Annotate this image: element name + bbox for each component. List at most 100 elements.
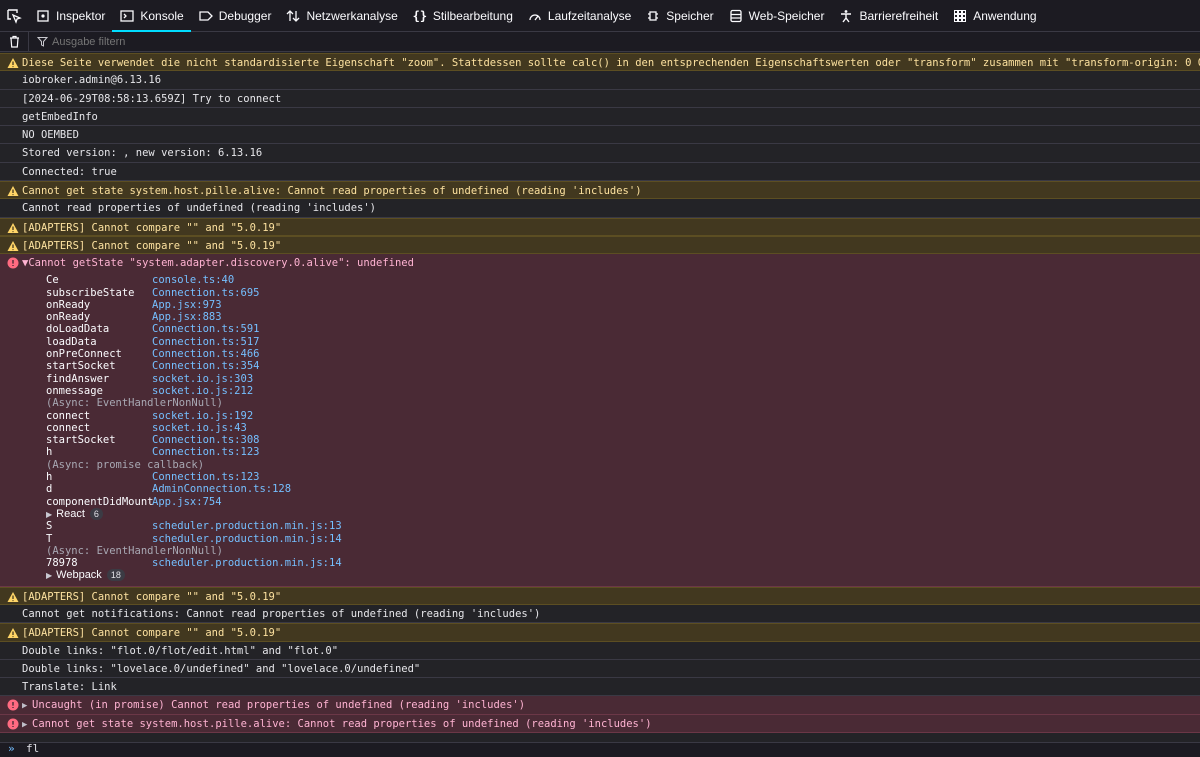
error-icon [7, 699, 19, 711]
console-output: Diese Seite verwendet die nicht standard… [0, 53, 1200, 734]
stack-frame: onPreConnect Connection.ts:466 [46, 348, 1200, 360]
console-message-log: NO OEMBED [0, 126, 1200, 145]
clear-console-button[interactable] [0, 35, 28, 48]
tab-label: Stilbearbeitung [432, 8, 513, 23]
frame-location-link[interactable]: App.jsx:754 [152, 496, 222, 508]
console-message-log: Double links: "flot.0/flot/edit.html" an… [0, 642, 1200, 660]
error-icon [7, 718, 19, 730]
frame-location-link[interactable]: socket.io.js:192 [152, 410, 253, 422]
expand-arrow-icon[interactable]: ▶ [22, 716, 32, 732]
console-input[interactable]: » fl [0, 742, 1200, 757]
frame-location-link[interactable]: Connection.ts:695 [152, 287, 259, 299]
frame-location-link[interactable]: Connection.ts:123 [152, 471, 259, 483]
console-message-warning: [ADAPTERS] Cannot compare "" and "5.0.19… [0, 623, 1200, 642]
frame-function: onReady [46, 298, 91, 311]
console-message-log: Translate: Link [0, 678, 1200, 697]
frame-count-badge: 6 [89, 507, 103, 520]
frame-location-link[interactable]: scheduler.production.min.js:14 [152, 533, 342, 545]
frame-location-link[interactable]: Connection.ts:354 [152, 360, 259, 372]
tab-performance[interactable]: Laufzeitanalyse [520, 0, 638, 32]
stack-frame: Tscheduler.production.min.js:14 [46, 533, 1200, 545]
message-text: [2024-06-29T08:58:13.659Z] Try to connec… [22, 92, 282, 105]
console-message-log: Stored version: , new version: 6.13.16 [0, 144, 1200, 163]
message-text: iobroker.admin@6.13.16 [22, 74, 162, 87]
tab-console[interactable]: Konsole [112, 0, 191, 32]
stack-frame: Ce console.ts:40 [46, 274, 1200, 286]
frame-function: connect [46, 421, 91, 434]
async-label: (Async: promise callback) [46, 458, 205, 471]
frame-function: startSocket [46, 434, 116, 447]
tab-inspector[interactable]: Inspektor [28, 0, 112, 32]
frame-location-link[interactable]: Connection.ts:591 [152, 323, 259, 335]
tab-label: Anwendung [973, 8, 1037, 23]
frame-function: T [46, 532, 53, 545]
filter-input[interactable] [48, 35, 352, 48]
message-text: Double links: "lovelace.0/undefined" and… [22, 662, 421, 675]
tab-debugger[interactable]: Debugger [191, 0, 279, 32]
message-text: [ADAPTERS] Cannot compare "" and "5.0.19… [22, 590, 282, 603]
frame-location-link[interactable]: socket.io.js:43 [152, 422, 247, 434]
stack-frame: loadData Connection.ts:517 [46, 336, 1200, 348]
tab-label: Netzwerkanalyse [306, 8, 398, 23]
frame-function: findAnswer [46, 372, 110, 385]
frame-location-link[interactable]: App.jsx:883 [152, 311, 222, 323]
frame-count-badge: 18 [106, 569, 125, 582]
element-picker-button[interactable] [0, 0, 28, 32]
element-picker-icon [7, 8, 22, 24]
tab-label: Barrierefreiheit [859, 8, 939, 23]
tab-application[interactable]: Anwendung [945, 0, 1043, 32]
frame-function: h [46, 471, 53, 484]
console-filter-bar [0, 31, 1200, 52]
frame-location-link[interactable]: AdminConnection.ts:128 [152, 483, 291, 495]
console-message-error[interactable]: ▶ Uncaught (in promise) Cannot read prope… [0, 696, 1200, 715]
stack-frame: startSocket Connection.ts:354 [46, 360, 1200, 372]
async-separator: (Async: EventHandlerNonNull) [46, 397, 1200, 409]
frame-location-link[interactable]: Connection.ts:308 [152, 434, 259, 446]
stack-frame: findAnswer socket.io.js:303 [46, 373, 1200, 385]
console-message-warning: [ADAPTERS] Cannot compare "" and "5.0.19… [0, 235, 1200, 255]
frame-location-link[interactable]: socket.io.js:303 [152, 373, 253, 385]
tab-style-editor[interactable]: {} Stilbearbeitung [405, 0, 520, 32]
message-text: NO OEMBED [22, 129, 79, 142]
frame-function: startSocket [46, 360, 116, 373]
frame-location-link[interactable]: Connection.ts:123 [152, 446, 259, 458]
tab-label: Debugger [218, 8, 272, 23]
console-message-log: Connected: true [0, 163, 1200, 182]
filter-icon [37, 37, 48, 47]
stack-frame: 78978 scheduler.production.min.js:14 [46, 557, 1200, 569]
console-message-warning: Diese Seite verwendet die nicht standard… [0, 53, 1200, 72]
expand-arrow-icon[interactable]: ▶ [22, 697, 32, 713]
tab-label: Web-Speicher [748, 8, 825, 23]
frame-location-link[interactable]: App.jsx:973 [152, 299, 222, 311]
inspector-icon [35, 8, 51, 24]
trash-icon [9, 35, 19, 48]
tab-storage[interactable]: Web-Speicher [721, 0, 832, 32]
frame-location-link[interactable]: scheduler.production.min.js:14 [152, 557, 342, 569]
message-text: Cannot get notifications: Cannot read pr… [22, 607, 541, 620]
console-input-value[interactable]: fl [26, 742, 39, 755]
message-text: Uncaught (in promise) Cannot read proper… [32, 699, 526, 712]
stack-frame: startSocket Connection.ts:308 [46, 434, 1200, 446]
message-text: [ADAPTERS] Cannot compare "" and "5.0.19… [22, 221, 282, 234]
frame-location-link[interactable]: Connection.ts:517 [152, 336, 259, 348]
frame-location-link[interactable]: socket.io.js:212 [152, 385, 253, 397]
error-header[interactable]: ▼Cannot getState "system.adapter.discove… [0, 254, 1200, 272]
frame-group[interactable]: ▶ React 6 [46, 507, 1200, 520]
console-message-error[interactable]: ▶ Cannot get state system.host.pille.aliv… [0, 714, 1200, 734]
tab-network[interactable]: Netzwerkanalyse [278, 0, 404, 32]
debugger-icon [198, 8, 214, 24]
frame-location-link[interactable]: console.ts:40 [152, 274, 234, 286]
stack-frame: connect socket.io.js:192 [46, 410, 1200, 422]
tab-accessibility[interactable]: Barrierefreiheit [831, 0, 945, 32]
frame-location-link[interactable]: Connection.ts:466 [152, 348, 259, 360]
console-icon [119, 8, 135, 24]
tab-memory[interactable]: Speicher [638, 0, 720, 32]
warning-icon [7, 222, 19, 233]
frame-location-link[interactable]: scheduler.production.min.js:13 [152, 520, 342, 532]
filter-field-wrap [28, 31, 352, 52]
frame-function: h [46, 446, 53, 459]
frame-group[interactable]: ▶ Webpack 18 [46, 569, 1200, 582]
stack-frame: doLoadData Connection.ts:591 [46, 323, 1200, 335]
message-text: Cannot getState "system.adapter.discover… [28, 257, 414, 270]
console-message-log: Double links: "lovelace.0/undefined" and… [0, 660, 1200, 679]
